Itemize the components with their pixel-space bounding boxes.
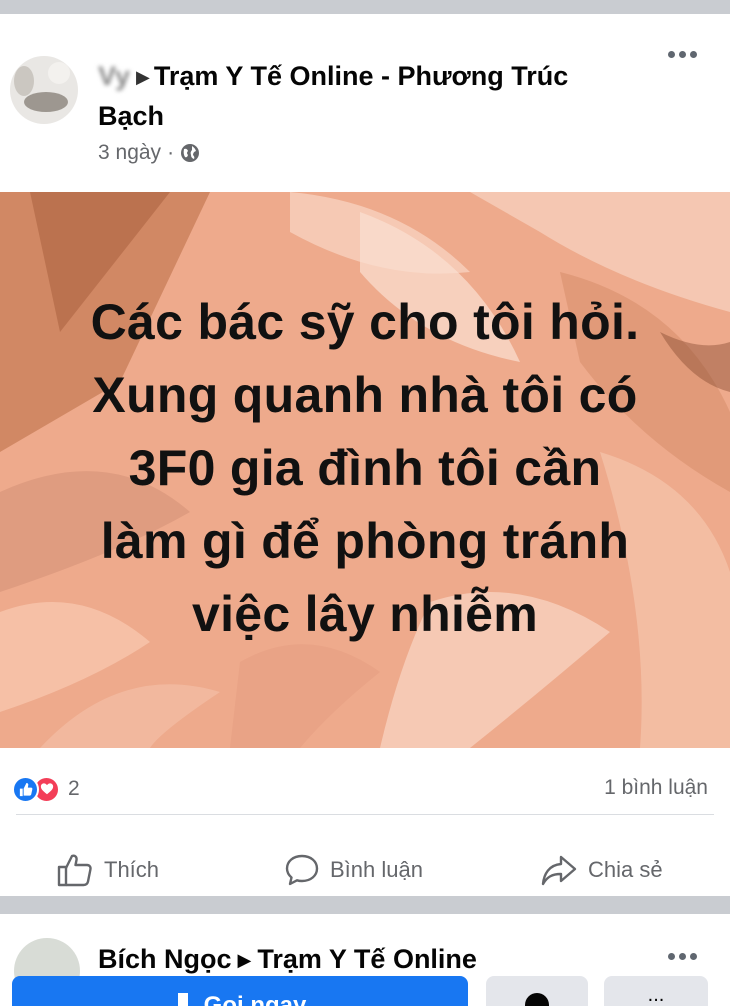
arrow-right-icon: ▶ <box>237 950 252 970</box>
image-text-line: Các bác sỹ cho tôi hỏi. <box>90 294 640 350</box>
share-button[interactable]: Chia sẻ <box>540 850 663 890</box>
post-actions: Thích Bình luận Chia sẻ <box>0 836 730 904</box>
post-header-title[interactable]: Vy ▶ Trạm Y Tế Online - Phương Trúc Bạch <box>98 58 628 135</box>
image-text-line: việc lây nhiễm <box>191 586 539 642</box>
divider <box>16 814 714 815</box>
next-post-group[interactable]: Trạm Y Tế Online <box>257 944 477 974</box>
like-reaction-icon <box>12 775 39 803</box>
arrow-right-icon: ▶ <box>136 67 150 87</box>
next-post-header[interactable]: Bích Ngọc ▶ Trạm Y Tế Online <box>98 944 477 975</box>
comment-icon <box>285 854 319 886</box>
like-button[interactable]: Thích <box>56 850 159 890</box>
post-card: Vy ▶ Trạm Y Tế Online - Phương Trúc Bạch 3… <box>0 14 730 896</box>
reaction-summary[interactable]: 2 <box>12 774 80 804</box>
post-meta: 3 ngày · <box>98 139 200 167</box>
next-post-card: Bích Ngọc ▶ Trạm Y Tế Online Gọi ngay ... <box>0 914 730 1006</box>
post-image[interactable]: Các bác sỹ cho tôi hỏi. Xung quanh nhà t… <box>0 192 730 748</box>
call-now-label: Gọi ngay <box>203 992 307 1006</box>
image-text: Các bác sỹ cho tôi hỏi. Xung quanh nhà t… <box>0 286 730 651</box>
feed-background <box>0 0 730 14</box>
share-label: Chia sẻ <box>588 857 663 882</box>
group-name[interactable]: Trạm Y Tế Online - Phương Trúc Bạch <box>98 61 568 131</box>
reaction-count: 2 <box>68 777 80 800</box>
feed-gap <box>0 896 730 914</box>
phone-icon <box>177 993 188 1006</box>
call-now-button[interactable]: Gọi ngay <box>12 976 468 1006</box>
author-name[interactable]: Vy <box>98 61 130 91</box>
globe-icon <box>181 144 200 162</box>
more-button[interactable]: ... <box>604 976 708 1006</box>
comment-label: Bình luận <box>330 857 423 882</box>
image-text-line: làm gì để phòng tránh <box>100 513 630 569</box>
messenger-button[interactable] <box>486 976 588 1006</box>
comment-button[interactable]: Bình luận <box>284 850 423 890</box>
comment-count[interactable]: 1 bình luận <box>604 776 708 800</box>
more-options-icon[interactable] <box>662 948 702 964</box>
meta-separator: · <box>167 141 175 164</box>
image-text-line: 3F0 gia đình tôi cần <box>128 440 602 496</box>
like-label: Thích <box>104 857 160 882</box>
author-avatar[interactable] <box>10 56 78 124</box>
share-icon <box>541 855 577 886</box>
messenger-icon <box>525 993 549 1006</box>
more-options-icon[interactable] <box>662 44 702 64</box>
next-post-author[interactable]: Bích Ngọc <box>98 944 232 974</box>
post-timestamp[interactable]: 3 ngày <box>98 141 161 165</box>
image-text-line: Xung quanh nhà tôi có <box>92 367 638 423</box>
thumbs-up-icon <box>57 854 92 887</box>
